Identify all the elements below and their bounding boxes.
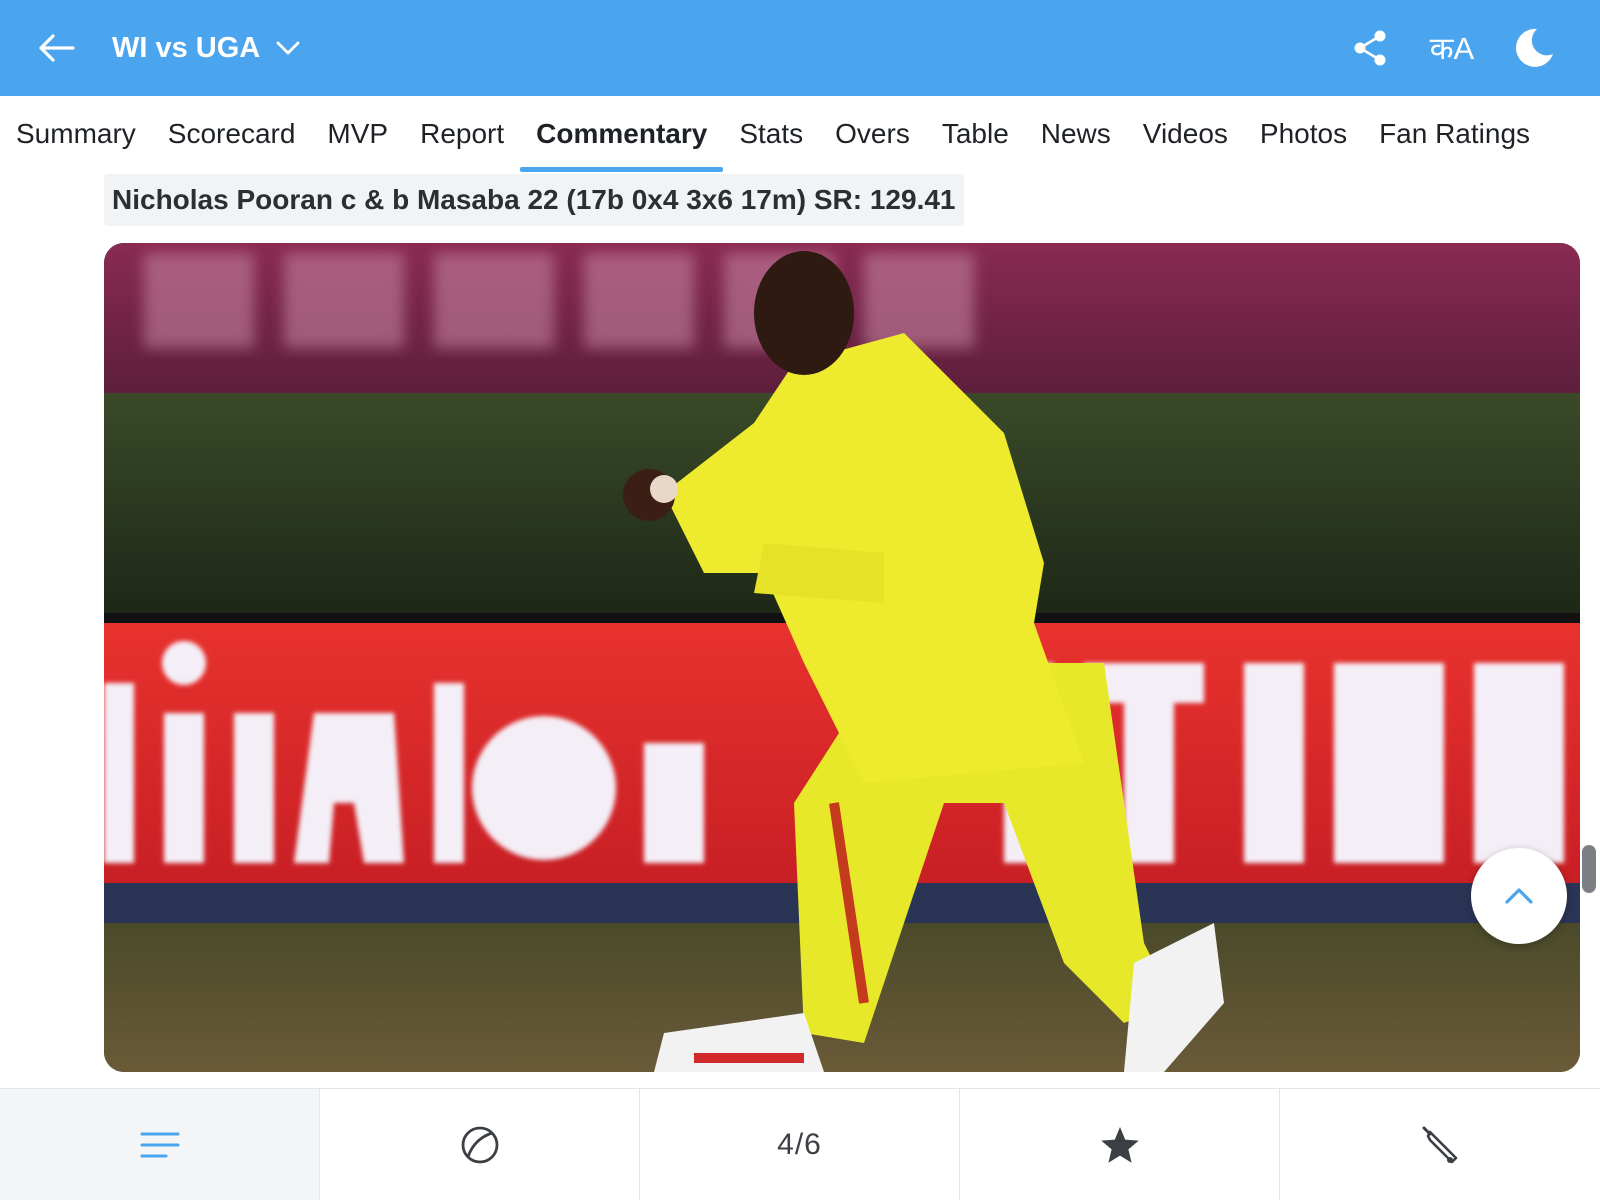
tab-overs[interactable]: Overs	[835, 96, 910, 174]
commentary-photo[interactable]	[104, 243, 1580, 1072]
photo-image	[104, 243, 1580, 1072]
bottom-nav-menu[interactable]	[0, 1089, 320, 1200]
bottom-navigation: 4/6	[0, 1088, 1600, 1200]
scrollbar-thumb[interactable]	[1582, 845, 1596, 893]
language-toggle-button[interactable]: कA	[1426, 22, 1478, 74]
moon-icon	[1516, 28, 1553, 67]
share-icon	[1354, 30, 1386, 66]
scroll-to-top-button[interactable]	[1471, 848, 1567, 944]
top-app-bar: WI vs UGA कA	[0, 0, 1600, 96]
bottom-nav-batting[interactable]	[1280, 1089, 1600, 1200]
bottom-nav-favourites[interactable]	[960, 1089, 1280, 1200]
tab-summary[interactable]: Summary	[16, 96, 136, 174]
tab-videos[interactable]: Videos	[1143, 96, 1228, 174]
language-label: कA	[1429, 31, 1475, 66]
menu-lines-icon	[140, 1132, 179, 1158]
back-button[interactable]	[36, 26, 76, 70]
tab-scorecard[interactable]: Scorecard	[168, 96, 296, 174]
tab-report[interactable]: Report	[420, 96, 504, 174]
cricket-ball-icon	[461, 1126, 498, 1164]
tab-table[interactable]: Table	[942, 96, 1009, 174]
arrow-left-icon	[39, 34, 75, 62]
tab-commentary[interactable]: Commentary	[520, 96, 724, 174]
star-icon	[1100, 1127, 1139, 1163]
cricket-bat-icon	[1422, 1126, 1458, 1164]
bottom-nav-ball[interactable]	[320, 1089, 640, 1200]
match-title: WI vs UGA	[112, 31, 261, 64]
match-tabs: Summary Scorecard MVP Report Commentary …	[0, 96, 1600, 174]
tab-stats[interactable]: Stats	[739, 96, 803, 174]
tab-mvp[interactable]: MVP	[327, 96, 388, 174]
dismissal-summary: Nicholas Pooran c & b Masaba 22 (17b 0x4…	[104, 174, 964, 226]
tab-news[interactable]: News	[1041, 96, 1111, 174]
bottom-nav-count[interactable]: 4/6	[640, 1089, 960, 1200]
chevron-up-icon	[1505, 888, 1533, 904]
header-actions: कA	[1344, 22, 1560, 74]
tab-photos[interactable]: Photos	[1260, 96, 1347, 174]
tab-fan-ratings[interactable]: Fan Ratings	[1379, 96, 1530, 174]
match-selector[interactable]: WI vs UGA	[112, 28, 300, 68]
share-button[interactable]	[1344, 22, 1396, 74]
theme-toggle-button[interactable]	[1508, 22, 1560, 74]
chevron-down-icon	[276, 41, 300, 55]
photo-counter: 4/6	[777, 1128, 822, 1161]
